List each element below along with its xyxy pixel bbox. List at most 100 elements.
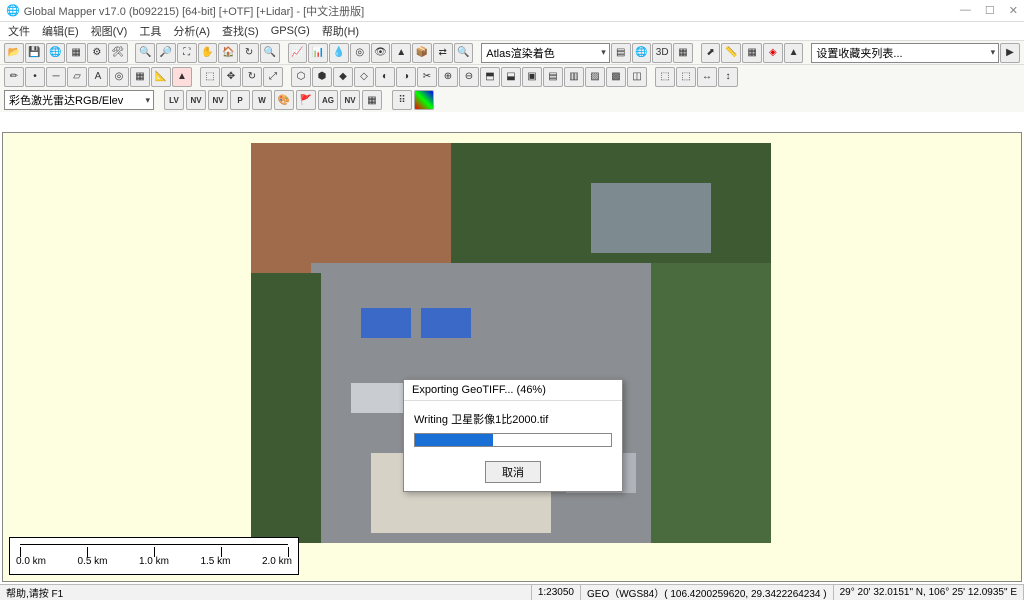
lidar-filter-icon[interactable]: ⠿ <box>392 90 412 110</box>
zoom-in-icon[interactable]: 🔍 <box>135 43 155 63</box>
status-help: 帮助,请按 F1 <box>0 585 532 600</box>
dig-pile-icon[interactable]: ▲ <box>172 67 192 87</box>
viewshed-icon[interactable]: 👁 <box>371 43 391 63</box>
map-canvas[interactable]: 0.0 km 0.5 km 1.0 km 1.5 km 2.0 km Expor… <box>2 132 1022 582</box>
lidar-nv3-icon[interactable]: NV <box>340 90 360 110</box>
dig-t6-icon[interactable]: ◑ <box>396 67 416 87</box>
lidar-ag-icon[interactable]: AG <box>318 90 338 110</box>
dig-line-icon[interactable]: ─ <box>46 67 66 87</box>
lidar-layer-dropdown[interactable]: 彩色激光雷达RGB/Elev <box>4 90 154 110</box>
save-icon[interactable]: 💾 <box>25 43 45 63</box>
lidar-p-icon[interactable]: P <box>230 90 250 110</box>
dig-cogr-icon[interactable]: 📐 <box>151 67 171 87</box>
dig-t5-icon[interactable]: ◐ <box>375 67 395 87</box>
globe-icon[interactable]: 🌐 <box>46 43 66 63</box>
layers-icon[interactable]: ▦ <box>66 43 86 63</box>
dig-t12-icon[interactable]: ▣ <box>522 67 542 87</box>
dig-t19-icon[interactable]: ⬚ <box>676 67 696 87</box>
minimize-button[interactable]: — <box>960 4 971 17</box>
3d-icon[interactable]: ▲ <box>391 43 411 63</box>
maximize-button[interactable]: ☐ <box>985 4 995 17</box>
menu-edit[interactable]: 编辑(E) <box>42 23 79 39</box>
dig-t8-icon[interactable]: ⊕ <box>438 67 458 87</box>
menu-file[interactable]: 文件 <box>8 23 30 39</box>
dig-area-icon[interactable]: ▱ <box>67 67 87 87</box>
menu-gps[interactable]: GPS(G) <box>271 25 310 37</box>
dig-t21-icon[interactable]: ↕ <box>718 67 738 87</box>
dig-t17-icon[interactable]: ◫ <box>627 67 647 87</box>
menu-search[interactable]: 查找(S) <box>222 23 259 39</box>
dig-t1-icon[interactable]: ⬡ <box>291 67 311 87</box>
shade-opt2-icon[interactable]: 🌐 <box>632 43 652 63</box>
dig-t3-icon[interactable]: ◆ <box>333 67 353 87</box>
compare-icon[interactable]: ⇄ <box>433 43 453 63</box>
favorites-label: 设置收藏夹列表... <box>816 45 902 61</box>
dig-t9-icon[interactable]: ⊖ <box>459 67 479 87</box>
nav-icon[interactable]: ⬈ <box>701 43 721 63</box>
search-icon[interactable]: 🔍 <box>454 43 474 63</box>
zoom-prev-icon[interactable]: 🔍 <box>260 43 280 63</box>
chart-icon[interactable]: 📈 <box>288 43 308 63</box>
measure-icon[interactable]: 📏 <box>721 43 741 63</box>
menu-help[interactable]: 帮助(H) <box>322 23 359 39</box>
dig-t11-icon[interactable]: ⬓ <box>501 67 521 87</box>
dig-rotate-icon[interactable]: ↻ <box>242 67 262 87</box>
grid-icon[interactable]: ▦ <box>742 43 762 63</box>
dig-edit-icon[interactable]: ✏ <box>4 67 24 87</box>
toolbar-digitizer: ✏ • ─ ▱ A ◎ ▦ 📐 ▲ ⬚ ✥ ↻ ⤢ ⬡ ⬢ ◆ ◇ ◐ ◑ ✂ … <box>0 64 1024 88</box>
watershed-icon[interactable]: 💧 <box>329 43 349 63</box>
window-title: Global Mapper v17.0 (b092215) [64-bit] [… <box>24 3 365 19</box>
dig-t4-icon[interactable]: ◇ <box>354 67 374 87</box>
shade-3d-icon[interactable]: 3D <box>652 43 672 63</box>
dig-text-icon[interactable]: A <box>88 67 108 87</box>
shade-opt1-icon[interactable]: ▤ <box>611 43 631 63</box>
lidar-w-icon[interactable]: W <box>252 90 272 110</box>
dig-t20-icon[interactable]: ↔ <box>697 67 717 87</box>
lidar-nv1-icon[interactable]: NV <box>186 90 206 110</box>
close-button[interactable]: ✕ <box>1009 4 1018 17</box>
dig-point-icon[interactable]: • <box>25 67 45 87</box>
tools-icon[interactable]: 🛠 <box>108 43 128 63</box>
dig-move-icon[interactable]: ✥ <box>221 67 241 87</box>
dig-t2-icon[interactable]: ⬢ <box>312 67 332 87</box>
lidar-class-icon[interactable]: ▦ <box>362 90 382 110</box>
dig-grid-icon[interactable]: ▦ <box>130 67 150 87</box>
north-arrow-icon[interactable]: ▲ <box>784 43 804 63</box>
dig-t16-icon[interactable]: ▩ <box>606 67 626 87</box>
menu-view[interactable]: 视图(V) <box>91 23 128 39</box>
target-icon[interactable]: ◈ <box>763 43 783 63</box>
menu-tools[interactable]: 工具 <box>139 23 161 39</box>
scale-tick-2: 1.0 km <box>139 556 169 567</box>
dig-range-icon[interactable]: ◎ <box>109 67 129 87</box>
dig-t14-icon[interactable]: ▥ <box>564 67 584 87</box>
favorites-dropdown[interactable]: 设置收藏夹列表... <box>811 43 999 63</box>
menu-analysis[interactable]: 分析(A) <box>173 23 210 39</box>
shade-opt3-icon[interactable]: ▦ <box>673 43 693 63</box>
dig-t10-icon[interactable]: ⬒ <box>480 67 500 87</box>
dig-t18-icon[interactable]: ⬚ <box>655 67 675 87</box>
fav-run-icon[interactable]: ▶ <box>1000 43 1020 63</box>
dig-scale-icon[interactable]: ⤢ <box>263 67 283 87</box>
zoom-out-icon[interactable]: 🔎 <box>156 43 176 63</box>
zoom-extents-icon[interactable]: ⛶ <box>177 43 197 63</box>
dig-select-icon[interactable]: ⬚ <box>200 67 220 87</box>
lidar-grid-icon[interactable] <box>414 90 434 110</box>
dig-t7-icon[interactable]: ✂ <box>417 67 437 87</box>
pan-icon[interactable]: ✋ <box>198 43 218 63</box>
lidar-col-icon[interactable]: 🎨 <box>274 90 294 110</box>
profile-icon[interactable]: 📊 <box>308 43 328 63</box>
home-icon[interactable]: 🏠 <box>218 43 238 63</box>
volume-icon[interactable]: 📦 <box>412 43 432 63</box>
cancel-button[interactable]: 取消 <box>485 461 541 483</box>
shader-dropdown[interactable]: Atlas渲染着色 <box>481 43 610 63</box>
lidar-lv-icon[interactable]: LV <box>164 90 184 110</box>
lidar-nv2-icon[interactable]: NV <box>208 90 228 110</box>
config-icon[interactable]: ⚙ <box>87 43 107 63</box>
dig-t15-icon[interactable]: ▨ <box>585 67 605 87</box>
lidar-flag-icon[interactable]: 🚩 <box>296 90 316 110</box>
dig-t13-icon[interactable]: ▤ <box>543 67 563 87</box>
refresh-icon[interactable]: ↻ <box>239 43 259 63</box>
titlebar: 🌐 Global Mapper v17.0 (b092215) [64-bit]… <box>0 0 1024 22</box>
contour-icon[interactable]: ◎ <box>350 43 370 63</box>
open-file-icon[interactable]: 📂 <box>4 43 24 63</box>
